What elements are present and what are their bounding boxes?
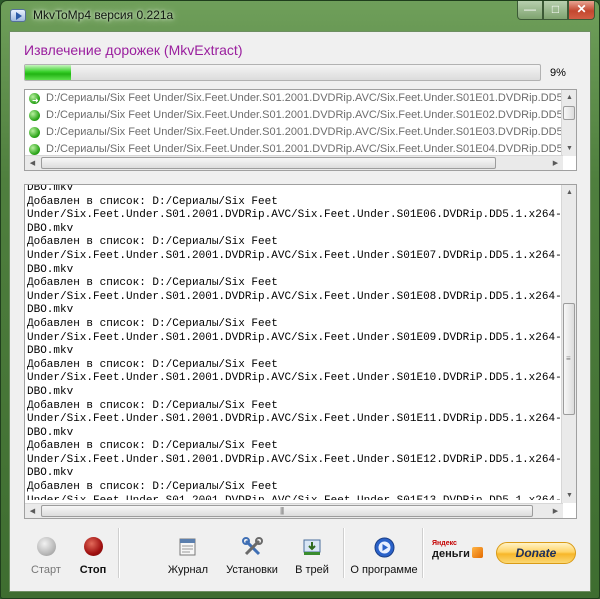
log-line: Добавлен в список: D:/Сериалы/Six Feet [27,277,278,290]
file-list-item[interactable]: D:/Сериалы/Six Feet Under/Six.Feet.Under… [25,108,563,124]
log-line: DBO.mkv [27,385,74,398]
scroll-thumb[interactable]: ≡ [563,303,575,415]
scroll-left-arrow-icon[interactable]: ◀ [25,156,40,170]
file-list[interactable]: ➜ D:/Сериалы/Six Feet Under/Six.Feet.Und… [24,89,577,171]
log-line: Under/Six.Feet.Under.S01.2001.DVDRip.AVC… [27,209,561,222]
log-lines: DBO.mkv Добавлен в список: D:/Сериалы/Six… [27,184,561,500]
progress-percent: 9% [550,67,566,79]
log-line: Добавлен в список: D:/Сериалы/Six Feet [27,317,278,330]
scroll-thumb[interactable] [563,106,575,120]
file-list-hscrollbar[interactable]: ◀ ▶ [25,155,563,170]
file-path: D:/Сериалы/Six Feet Under/Six.Feet.Under… [46,109,563,121]
app-icon [10,9,26,22]
play-info-icon [374,537,395,558]
log-line: Добавлен в список: D:/Сериалы/Six Feet [27,236,278,249]
progress-bar [24,64,541,81]
scroll-left-arrow-icon[interactable]: ◀ [25,504,40,518]
journal-label: Журнал [167,564,209,576]
file-list-item[interactable]: ➜ D:/Сериалы/Six Feet Under/Six.Feet.Und… [25,91,563,107]
log-line: Under/Six.Feet.Under.S01.2001.DVDRip.AVC… [27,290,561,303]
log-line: Добавлен в список: D:/Сериалы/Six Feet [27,195,278,208]
scroll-up-arrow-icon[interactable]: ▲ [562,185,576,200]
scroll-right-arrow-icon[interactable]: ▶ [548,504,563,518]
tray-icon [303,539,321,555]
log-hscrollbar[interactable]: ◀ ||| ▶ [25,503,563,518]
log-line: Under/Six.Feet.Under.S01.2001.DVDRip.AVC… [27,453,561,466]
journal-icon [179,538,196,556]
scroll-thumb[interactable] [41,157,496,169]
log-line: Добавлен в список: D:/Сериалы/Six Feet [27,358,278,371]
current-file-icon: ➜ [29,93,40,105]
yandex-money-button[interactable]: Яндекс деньги [430,537,486,567]
stage-heading: Извлечение дорожек (MkvExtract) [24,42,243,58]
log-line: Under/Six.Feet.Under.S01.2001.DVDRip.AVC… [27,495,561,500]
file-list-vscrollbar[interactable]: ▲ ▼ [561,90,576,156]
scroll-right-arrow-icon[interactable]: ▶ [548,156,563,170]
file-path: D:/Сериалы/Six Feet Under/Six.Feet.Under… [46,126,563,138]
log-line: Under/Six.Feet.Under.S01.2001.DVDRip.AVC… [27,413,561,426]
donate-button[interactable]: Donate [496,542,576,564]
log-line: DBO.mkv [27,184,74,194]
about-label: О программе [350,564,418,576]
tray-label: В трей [295,564,329,576]
settings-label: Установки [226,564,278,576]
toolbar-separator [118,528,120,578]
app-window: MkvToMp4 версия 0.221a — □ ✕ Извлечение … [0,0,600,599]
log-line: Добавлен в список: D:/Сериалы/Six Feet [27,481,278,494]
toolbar-separator [422,528,424,578]
log-line: DBO.mkv [27,263,74,276]
log-line: DBO.mkv [27,345,74,358]
scroll-down-arrow-icon[interactable]: ▼ [562,141,576,156]
log-line: Добавлен в список: D:/Сериалы/Six Feet [27,440,278,453]
green-dot-icon [29,144,40,155]
progress-fill [25,65,72,80]
money-label: деньги [432,548,470,560]
file-list-item[interactable]: D:/Сериалы/Six Feet Under/Six.Feet.Under… [25,125,563,141]
log-line: DBO.mkv [27,304,74,317]
wallet-icon [472,547,483,558]
green-dot-icon [29,110,40,121]
close-button[interactable]: ✕ [568,1,595,20]
log-line: Under/Six.Feet.Under.S01.2001.DVDRip.AVC… [27,249,561,262]
log-line: DBO.mkv [27,222,74,235]
file-path: D:/Сериалы/Six Feet Under/Six.Feet.Under… [46,143,563,155]
window-title: MkvToMp4 версия 0.221a [33,8,174,22]
log-line: Under/Six.Feet.Under.S01.2001.DVDRip.AVC… [27,331,561,344]
grey-circle-icon [37,537,56,556]
client-area: Извлечение дорожек (MkvExtract) 9% ➜ D:/… [9,31,591,592]
tools-icon [242,537,263,556]
log-line: Under/Six.Feet.Under.S01.2001.DVDRip.AVC… [27,372,561,385]
scroll-thumb[interactable]: ||| [41,505,533,517]
scroll-up-arrow-icon[interactable]: ▲ [562,90,576,105]
red-circle-icon [84,537,103,556]
log-vscrollbar[interactable]: ▲ ≡ ▼ [561,185,576,503]
log-line: DBO.mkv [27,467,74,480]
start-label: Старт [31,564,61,576]
maximize-button[interactable]: □ [543,1,568,20]
toolbar-separator [343,528,345,578]
stop-label: Стоп [79,564,107,576]
green-dot-icon [29,127,40,138]
minimize-button[interactable]: — [517,1,543,20]
file-path: D:/Сериалы/Six Feet Under/Six.Feet.Under… [46,92,563,104]
log-line: Добавлен в список: D:/Сериалы/Six Feet [27,399,278,412]
scroll-down-arrow-icon[interactable]: ▼ [562,488,576,503]
log-area[interactable]: DBO.mkv Добавлен в список: D:/Сериалы/Six… [24,184,577,519]
yandex-label: Яндекс [432,540,457,547]
title-bar[interactable]: MkvToMp4 версия 0.221a — □ ✕ [1,1,599,31]
log-line: DBO.mkv [27,426,74,439]
